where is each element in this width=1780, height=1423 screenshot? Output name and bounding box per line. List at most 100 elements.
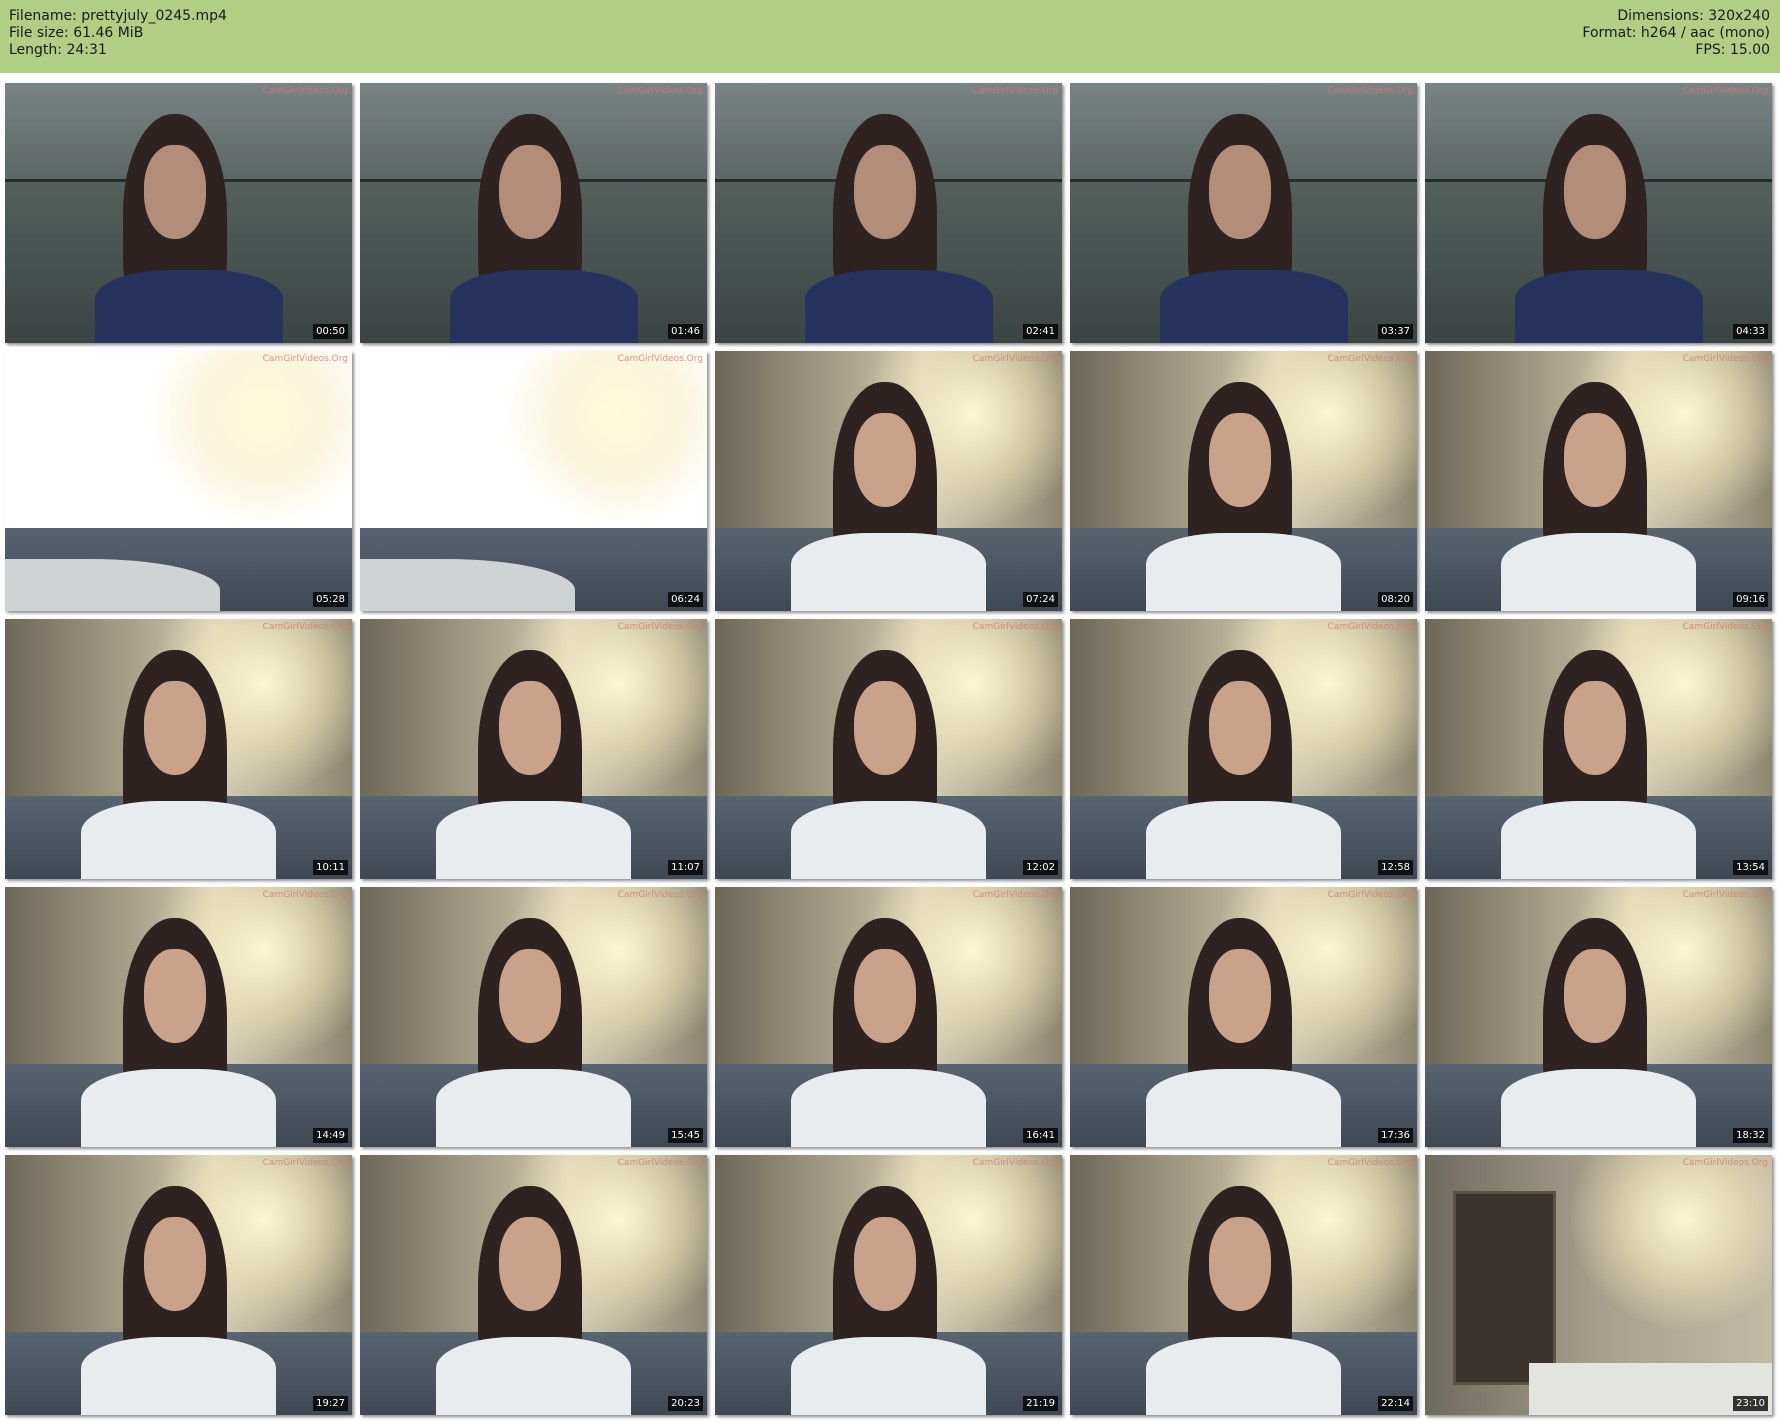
timestamp-label: 05:28	[313, 592, 348, 607]
person-shirt	[436, 801, 631, 879]
timestamp-label: 21:19	[1023, 1396, 1058, 1411]
video-thumbnail: CamGirlVideos.Org 11:07	[360, 619, 707, 879]
watermark: CamGirlVideos.Org	[617, 1158, 703, 1168]
video-thumbnail: CamGirlVideos.Org 07:24	[715, 351, 1062, 611]
person-face	[1563, 949, 1627, 1043]
watermark: CamGirlVideos.Org	[1682, 1158, 1768, 1168]
watermark: CamGirlVideos.Org	[1682, 622, 1768, 632]
person-shirt	[791, 1337, 986, 1415]
watermark: CamGirlVideos.Org	[1682, 86, 1768, 96]
video-thumbnail: CamGirlVideos.Org 01:46	[360, 83, 707, 343]
person-shirt	[1501, 533, 1696, 611]
timestamp-label: 07:24	[1023, 592, 1058, 607]
person-shirt	[791, 533, 986, 611]
person-shirt	[81, 801, 276, 879]
person-shirt	[81, 1337, 276, 1415]
timestamp-label: 03:37	[1378, 324, 1413, 339]
watermark: CamGirlVideos.Org	[1327, 622, 1413, 632]
timestamp-label: 18:32	[1733, 1128, 1768, 1143]
timestamp-label: 13:54	[1733, 860, 1768, 875]
video-thumbnail: CamGirlVideos.Org 12:58	[1070, 619, 1417, 879]
watermark: CamGirlVideos.Org	[617, 890, 703, 900]
watermark: CamGirlVideos.Org	[972, 354, 1058, 364]
timestamp-label: 12:02	[1023, 860, 1058, 875]
video-thumbnail: CamGirlVideos.Org 05:28	[5, 351, 352, 611]
person-shirt	[1146, 1337, 1341, 1415]
video-thumbnail: CamGirlVideos.Org 16:41	[715, 887, 1062, 1147]
watermark: CamGirlVideos.Org	[972, 890, 1058, 900]
watermark: CamGirlVideos.Org	[1327, 354, 1413, 364]
timestamp-label: 11:07	[668, 860, 703, 875]
video-thumbnail: CamGirlVideos.Org 22:14	[1070, 1155, 1417, 1415]
person-face	[1563, 413, 1627, 507]
watermark: CamGirlVideos.Org	[1327, 1158, 1413, 1168]
timestamp-label: 12:58	[1378, 860, 1413, 875]
person-face	[853, 413, 917, 507]
video-thumbnail: CamGirlVideos.Org 12:02	[715, 619, 1062, 879]
person-shirt	[791, 801, 986, 879]
person-face	[853, 1217, 917, 1311]
person-shirt	[1146, 533, 1341, 611]
timestamp-label: 01:46	[668, 324, 703, 339]
person-face	[143, 1217, 207, 1311]
video-thumbnail: CamGirlVideos.Org 06:24	[360, 351, 707, 611]
watermark: CamGirlVideos.Org	[262, 354, 348, 364]
door	[1452, 1191, 1556, 1385]
person-face	[1208, 1217, 1272, 1311]
person-face	[1563, 145, 1627, 239]
video-thumbnail: CamGirlVideos.Org 15:45	[360, 887, 707, 1147]
watermark: CamGirlVideos.Org	[262, 1158, 348, 1168]
video-thumbnail: CamGirlVideos.Org 09:16	[1425, 351, 1772, 611]
person-shirt	[791, 1069, 986, 1147]
watermark: CamGirlVideos.Org	[1682, 890, 1768, 900]
timestamp-label: 04:33	[1733, 324, 1768, 339]
person-shirt	[95, 270, 283, 343]
person-shirt	[1515, 270, 1703, 343]
timestamp-label: 22:14	[1378, 1396, 1413, 1411]
person-face	[853, 681, 917, 775]
person-face	[1208, 413, 1272, 507]
timestamp-label: 20:23	[668, 1396, 703, 1411]
watermark: CamGirlVideos.Org	[262, 890, 348, 900]
video-thumbnail: CamGirlVideos.Org 13:54	[1425, 619, 1772, 879]
video-thumbnail: CamGirlVideos.Org 17:36	[1070, 887, 1417, 1147]
person-face	[143, 949, 207, 1043]
person-shirt	[1501, 801, 1696, 879]
video-thumbnail: CamGirlVideos.Org 18:32	[1425, 887, 1772, 1147]
watermark: CamGirlVideos.Org	[617, 354, 703, 364]
video-thumbnail: CamGirlVideos.Org 08:20	[1070, 351, 1417, 611]
person-shirt	[1160, 270, 1348, 343]
watermark: CamGirlVideos.Org	[262, 622, 348, 632]
person-face	[143, 145, 207, 239]
person-face	[143, 681, 207, 775]
video-thumbnail: CamGirlVideos.Org 00:50	[5, 83, 352, 343]
video-thumbnail: CamGirlVideos.Org 19:27	[5, 1155, 352, 1415]
timestamp-label: 09:16	[1733, 592, 1768, 607]
video-thumbnail: CamGirlVideos.Org 02:41	[715, 83, 1062, 343]
timestamp-label: 00:50	[313, 324, 348, 339]
person-shirt	[450, 270, 638, 343]
person-face	[1563, 681, 1627, 775]
person-face	[1208, 145, 1272, 239]
timestamp-label: 16:41	[1023, 1128, 1058, 1143]
person-face	[853, 949, 917, 1043]
video-thumbnail: CamGirlVideos.Org 14:49	[5, 887, 352, 1147]
thumbnail-grid: CamGirlVideos.Org 00:50 CamGirlVideos.Org 0…	[0, 0, 1780, 1423]
timestamp-label: 23:10	[1733, 1396, 1768, 1411]
watermark: CamGirlVideos.Org	[1327, 890, 1413, 900]
timestamp-label: 08:20	[1378, 592, 1413, 607]
video-thumbnail: CamGirlVideos.Org 21:19	[715, 1155, 1062, 1415]
timestamp-label: 19:27	[313, 1396, 348, 1411]
watermark: CamGirlVideos.Org	[972, 86, 1058, 96]
watermark: CamGirlVideos.Org	[972, 622, 1058, 632]
person-shirt	[1501, 1069, 1696, 1147]
timestamp-label: 17:36	[1378, 1128, 1413, 1143]
timestamp-label: 10:11	[313, 860, 348, 875]
video-thumbnail: CamGirlVideos.Org 10:11	[5, 619, 352, 879]
watermark: CamGirlVideos.Org	[617, 622, 703, 632]
person-shirt	[81, 1069, 276, 1147]
timestamp-label: 06:24	[668, 592, 703, 607]
person-face	[853, 145, 917, 239]
timestamp-label: 14:49	[313, 1128, 348, 1143]
video-thumbnail: CamGirlVideos.Org 03:37	[1070, 83, 1417, 343]
